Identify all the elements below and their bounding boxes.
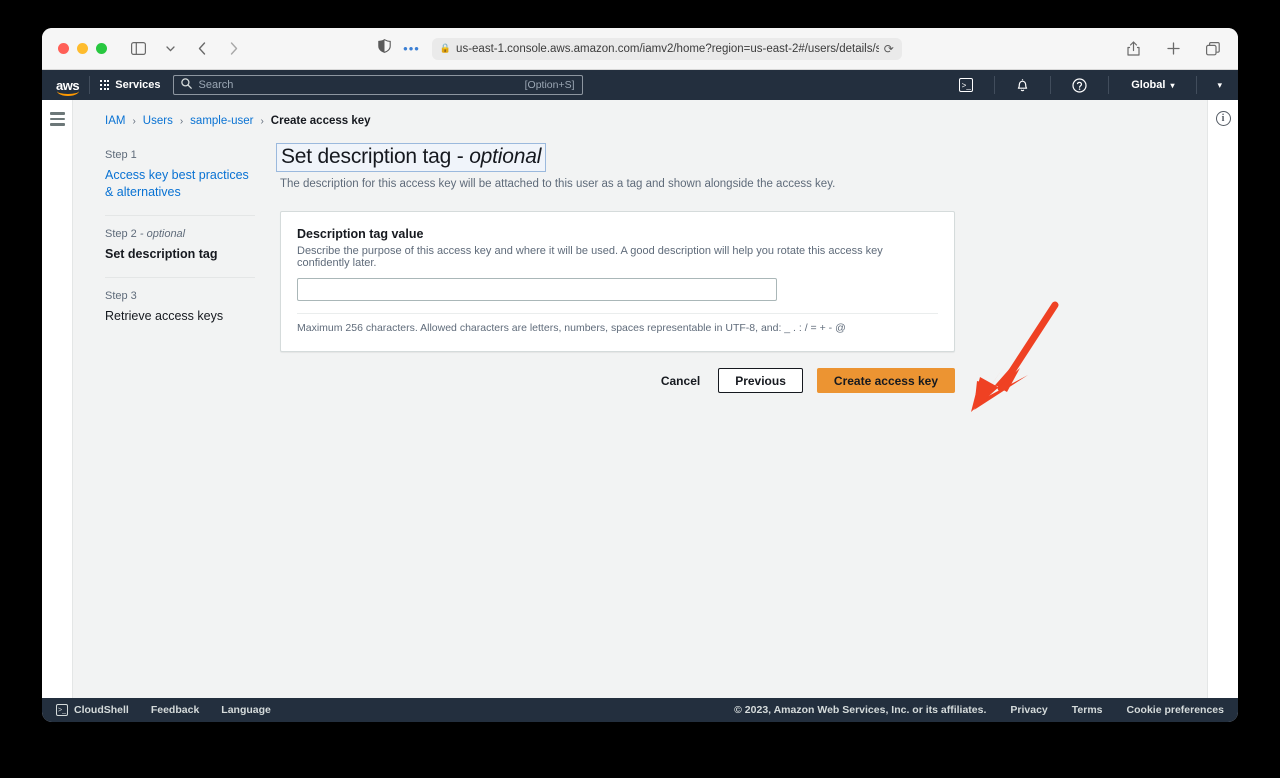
privacy-shield-icon[interactable]: [378, 39, 391, 58]
wizard-steps-navigation: Step 1 Access key best practices & alter…: [105, 143, 280, 393]
services-menu-button[interactable]: Services: [100, 79, 161, 91]
global-search-box[interactable]: Search [Option+S]: [172, 75, 583, 95]
back-button[interactable]: [191, 38, 213, 60]
breadcrumb-item-iam[interactable]: IAM: [105, 115, 125, 127]
wizard-step-2: Step 2 - optional Set description tag: [105, 214, 255, 277]
nav-divider: [994, 76, 996, 94]
wizard-action-buttons: Cancel Previous Create access key: [280, 368, 955, 393]
cancel-button[interactable]: Cancel: [657, 368, 704, 393]
right-info-rail: i: [1207, 100, 1238, 698]
extensions-icon[interactable]: •••: [403, 42, 420, 55]
browser-window: ••• 🔒 us-east-1.console.aws.amazon.com/i…: [42, 28, 1238, 722]
wizard-step-1-label[interactable]: Access key best practices & alternatives: [105, 167, 255, 201]
chevron-down-icon[interactable]: [159, 38, 181, 60]
breadcrumb-item-sample-user[interactable]: sample-user: [190, 115, 253, 127]
account-menu-button[interactable]: ▾: [1207, 80, 1238, 91]
sidebar-toggle-icon[interactable]: [127, 38, 149, 60]
wizard-layout: Step 1 Access key best practices & alter…: [73, 127, 1207, 393]
nav-divider: [1050, 76, 1052, 94]
maximize-window-button[interactable]: [96, 43, 107, 54]
wizard-step-3-kicker: Step 3: [105, 289, 137, 302]
page-description: The description for this access key will…: [280, 178, 836, 190]
address-bar[interactable]: 🔒 us-east-1.console.aws.amazon.com/iamv2…: [431, 37, 902, 60]
console-body: IAM › Users › sample-user › Create acces…: [42, 100, 1238, 698]
browser-nav-group: [127, 38, 245, 60]
nav-divider: [89, 76, 91, 94]
wizard-main-column: Set description tag - optional The descr…: [276, 143, 1207, 393]
services-label: Services: [115, 79, 161, 91]
grid-icon: [100, 80, 110, 90]
notifications-button[interactable]: [1005, 78, 1040, 92]
cloudshell-icon: >_: [959, 78, 974, 92]
breadcrumb-separator: ›: [260, 115, 264, 127]
wizard-step-1-kicker: Step 1: [105, 149, 137, 161]
cloudshell-icon: >_: [56, 704, 68, 716]
footer-copyright: © 2023, Amazon Web Services, Inc. or its…: [734, 704, 987, 716]
wizard-step-2-label: Set description tag: [105, 246, 218, 261]
chevron-down-icon: ▾: [1170, 80, 1175, 90]
footer-language-link[interactable]: Language: [221, 704, 271, 716]
breadcrumb-separator: ›: [132, 115, 136, 127]
create-access-key-button[interactable]: Create access key: [816, 368, 955, 393]
breadcrumb-item-users[interactable]: Users: [143, 115, 173, 127]
page-title: Set description tag - optional: [281, 145, 542, 168]
browser-toolbar-right: [1122, 38, 1224, 60]
footer-terms-link[interactable]: Terms: [1072, 704, 1103, 716]
aws-global-navigation: aws Services Search [Option+S] >_ Global…: [42, 70, 1238, 100]
left-navigation-rail: [42, 100, 73, 698]
window-controls: [58, 43, 107, 54]
breadcrumb-separator: ›: [179, 115, 184, 127]
wizard-step-2-kicker: Step 2 - optional: [105, 227, 186, 240]
breadcrumb: IAM › Users › sample-user › Create acces…: [73, 100, 1207, 127]
card-divider: [297, 313, 938, 314]
footer-cloudshell-button[interactable]: >_ CloudShell: [56, 704, 129, 716]
wizard-step-1: Step 1 Access key best practices & alter…: [105, 143, 255, 215]
content-area: IAM › Users › sample-user › Create acces…: [73, 100, 1207, 698]
search-icon: [180, 78, 192, 92]
new-tab-button[interactable]: [1162, 38, 1184, 60]
global-nav-right: >_ Global ▾ ▾: [948, 70, 1238, 100]
wizard-step-3: Step 3 Retrieve access keys: [105, 276, 255, 339]
description-tag-constraint-text: Maximum 256 characters. Allowed characte…: [297, 322, 846, 334]
hamburger-menu-icon[interactable]: [49, 112, 65, 698]
reload-icon[interactable]: ⟳: [884, 42, 894, 56]
aws-logo[interactable]: aws: [56, 79, 80, 96]
page-title-highlight: Set description tag - optional: [276, 143, 547, 172]
region-selector[interactable]: Global ▾: [1119, 79, 1186, 91]
nav-divider: [1196, 76, 1198, 94]
help-button[interactable]: [1061, 77, 1098, 93]
console-footer: >_ CloudShell Feedback Language © 2023, …: [42, 698, 1238, 722]
footer-feedback-link[interactable]: Feedback: [151, 704, 199, 716]
footer-left-links: >_ CloudShell Feedback Language: [56, 704, 271, 716]
nav-divider: [1108, 76, 1110, 94]
description-tag-card: Description tag value Describe the purpo…: [280, 211, 955, 352]
footer-privacy-link[interactable]: Privacy: [1010, 704, 1047, 716]
info-circle-icon[interactable]: i: [1215, 111, 1231, 126]
share-icon[interactable]: [1122, 38, 1144, 60]
breadcrumb-item-create-access-key: Create access key: [270, 115, 371, 127]
url-text: us-east-1.console.aws.amazon.com/iamv2/h…: [456, 42, 879, 55]
description-tag-help-text: Describe the purpose of this access key …: [297, 245, 883, 269]
footer-cookie-preferences-link[interactable]: Cookie preferences: [1127, 704, 1224, 716]
search-placeholder: Search: [198, 79, 234, 91]
tab-overview-icon[interactable]: [1202, 38, 1224, 60]
description-tag-label: Description tag value: [297, 227, 424, 241]
cloudshell-button[interactable]: >_: [948, 78, 984, 92]
description-tag-input[interactable]: [297, 278, 777, 301]
browser-toolbar: ••• 🔒 us-east-1.console.aws.amazon.com/i…: [42, 28, 1238, 70]
close-window-button[interactable]: [58, 43, 69, 54]
lock-icon: 🔒: [439, 43, 452, 53]
footer-right-links: © 2023, Amazon Web Services, Inc. or its…: [734, 704, 1224, 716]
footer-cloudshell-label: CloudShell: [74, 704, 129, 716]
search-shortcut-hint: [Option+S]: [524, 79, 575, 91]
forward-button[interactable]: [223, 38, 245, 60]
wizard-step-3-label: Retrieve access keys: [105, 308, 224, 323]
minimize-window-button[interactable]: [77, 43, 88, 54]
region-label: Global: [1131, 79, 1166, 91]
previous-button[interactable]: Previous: [718, 368, 803, 393]
